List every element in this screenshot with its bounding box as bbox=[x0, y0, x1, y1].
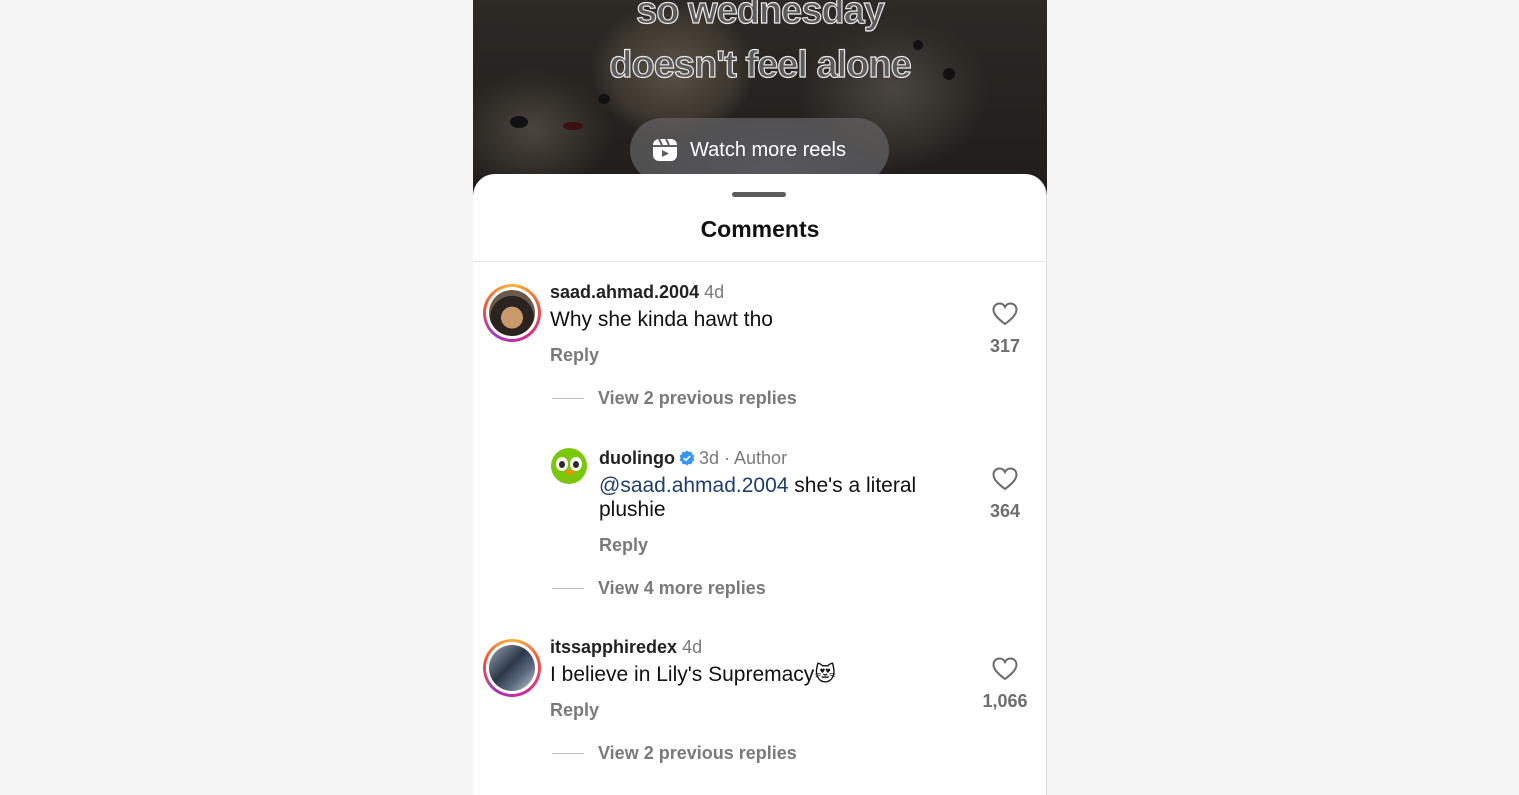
thread-line bbox=[552, 398, 584, 399]
reply-button[interactable]: Reply bbox=[599, 535, 648, 556]
duolingo-avatar[interactable] bbox=[551, 448, 587, 484]
comment-username[interactable]: saad.ahmad.2004 4d bbox=[550, 282, 724, 303]
like-control[interactable]: 364 bbox=[975, 467, 1035, 522]
video-caption-line2: doesn't feel alone bbox=[609, 43, 913, 86]
like-control[interactable]: 317 bbox=[975, 302, 1035, 357]
owl-eye bbox=[556, 457, 568, 471]
phone-screen: so wednesday doesn't feel alone Watch mo… bbox=[473, 0, 1047, 795]
owl-eye bbox=[570, 457, 582, 471]
avatar[interactable] bbox=[483, 284, 541, 342]
comment-time: 4d bbox=[682, 637, 703, 657]
like-count: 317 bbox=[989, 336, 1021, 356]
owl-beak bbox=[566, 470, 573, 475]
plush-eye bbox=[598, 94, 610, 104]
header-divider bbox=[473, 261, 1047, 262]
thread-line bbox=[552, 753, 584, 754]
reel-icon bbox=[653, 138, 677, 161]
comment-username[interactable]: itssapphiredex 4d bbox=[550, 637, 702, 658]
comment-time: 4d bbox=[704, 282, 725, 302]
reel-video[interactable]: so wednesday doesn't feel alone Watch mo… bbox=[473, 0, 1047, 200]
view-replies-label[interactable]: View 2 previous replies bbox=[598, 388, 797, 409]
verified-badge-icon bbox=[679, 450, 695, 466]
plush-eye bbox=[510, 116, 528, 128]
heart-icon[interactable] bbox=[992, 467, 1018, 491]
reply-text: @saad.ahmad.2004 she's a literal plushie bbox=[599, 474, 939, 522]
watch-more-label: Watch more reels bbox=[690, 138, 846, 161]
reply-username[interactable]: duolingo 3d · Author bbox=[599, 448, 787, 469]
reply-time: 3d bbox=[698, 448, 720, 468]
view-replies-label[interactable]: View 2 previous replies bbox=[598, 743, 797, 764]
video-caption-line1: so wednesday bbox=[636, 0, 886, 33]
heart-icon[interactable] bbox=[992, 302, 1018, 326]
view-replies-button[interactable]: View 4 more replies bbox=[552, 578, 766, 599]
like-count: 364 bbox=[989, 501, 1021, 521]
avatar-image bbox=[489, 290, 535, 336]
watch-more-reels-button[interactable]: Watch more reels bbox=[630, 118, 889, 182]
heart-icon[interactable] bbox=[992, 657, 1018, 681]
like-control[interactable]: 1,066 bbox=[975, 657, 1035, 712]
plush-mouth bbox=[563, 122, 583, 130]
author-tag: · Author bbox=[724, 448, 788, 468]
view-replies-button[interactable]: View 2 previous replies bbox=[552, 388, 797, 409]
sheet-grabber[interactable] bbox=[732, 192, 786, 197]
avatar-image bbox=[489, 645, 535, 691]
username-text[interactable]: itssapphiredex bbox=[550, 637, 677, 657]
thread-line bbox=[552, 588, 584, 589]
comment-text: Why she kinda hawt tho bbox=[550, 308, 773, 331]
username-text[interactable]: duolingo bbox=[599, 448, 675, 468]
view-replies-button[interactable]: View 2 previous replies bbox=[552, 743, 797, 764]
reply-button[interactable]: Reply bbox=[550, 345, 599, 366]
username-text[interactable]: saad.ahmad.2004 bbox=[550, 282, 699, 302]
avatar[interactable] bbox=[483, 639, 541, 697]
like-count: 1,066 bbox=[982, 691, 1028, 711]
comment-text: I believe in Lily's Supremacy😻 bbox=[550, 663, 837, 686]
mention-link[interactable]: @saad.ahmad.2004 bbox=[599, 474, 788, 497]
sheet-title: Comments bbox=[700, 216, 820, 242]
reply-button[interactable]: Reply bbox=[550, 700, 599, 721]
comments-sheet: Comments saad.ahmad.2004 4d Why she kind… bbox=[473, 174, 1047, 795]
view-replies-label[interactable]: View 4 more replies bbox=[598, 578, 766, 599]
